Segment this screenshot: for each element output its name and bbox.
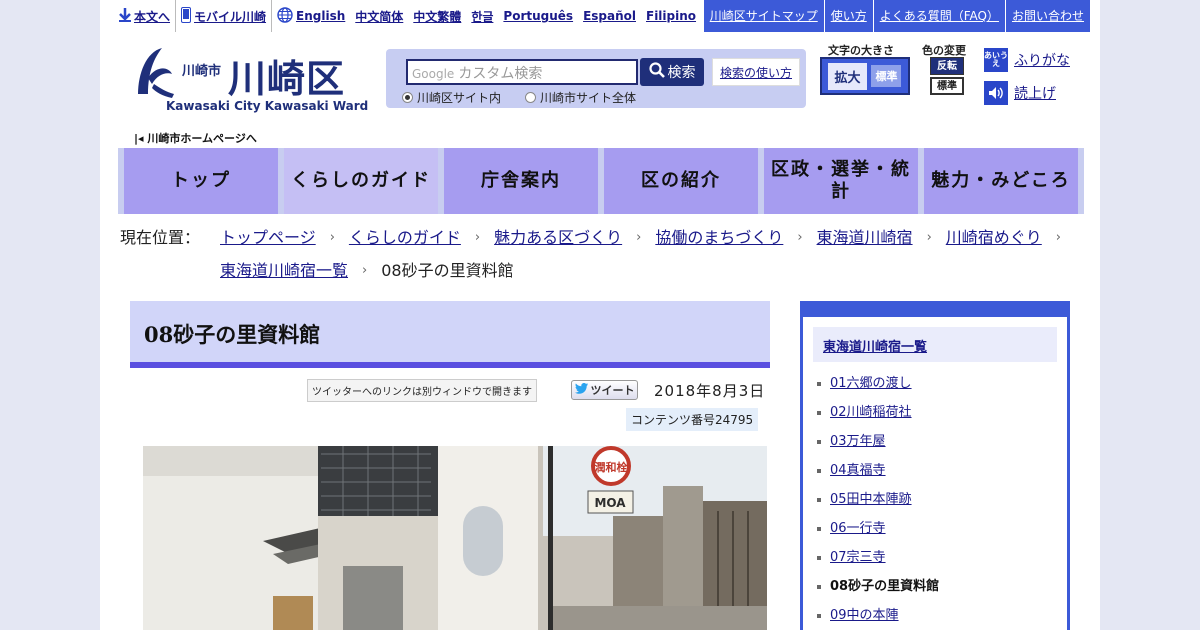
gnav-ward-intro[interactable]: 区の紹介 xyxy=(604,148,758,214)
global-nav: トップ くらしのガイド 庁舎案内 区の紹介 区政・選挙・統計 魅力・みどころ xyxy=(118,148,1084,214)
search-placeholder: カスタム検索 xyxy=(458,66,543,82)
read-aloud-link[interactable]: 読上げ xyxy=(984,81,1056,105)
text-size-controls: 拡大 標準 xyxy=(820,57,910,95)
scope-ward-radio[interactable]: 川崎区サイト内 xyxy=(402,89,501,106)
breadcrumb-separator: › xyxy=(474,230,481,245)
breadcrumb-label: 現在位置： xyxy=(120,228,201,247)
utility-bar: 本文へ モバイル川崎 English 中文简体 中文繁體 한글 Portuguê… xyxy=(114,0,701,32)
sidebar-item[interactable]: 05田中本陣跡 xyxy=(817,485,939,514)
text-enlarge-button[interactable]: 拡大 xyxy=(828,62,867,90)
sidebar-item[interactable]: 06一行寺 xyxy=(817,514,939,543)
publish-date: 2018年8月3日 xyxy=(654,382,766,400)
street-photo: 潤和栓 MOA xyxy=(143,446,767,630)
page-title: 08砂子の里資料館 xyxy=(144,322,321,347)
sidebar: 東海道川崎宿一覧 01六郷の渡し 02川崎稲荷社 03万年屋 04真福寺 05田… xyxy=(800,301,1070,630)
gnav-top[interactable]: トップ xyxy=(124,148,278,214)
breadcrumb-separator: › xyxy=(362,263,368,278)
furigana-icon: あいうえ xyxy=(984,48,1008,72)
search-panel: Google カスタム検索 検索 検索の使い方 川崎区サイト内 川崎市サイト全体 xyxy=(386,49,806,108)
sidebar-heading[interactable]: 東海道川崎宿一覧 xyxy=(813,327,1057,362)
gnav-administration[interactable]: 区政・選挙・統計 xyxy=(764,148,918,214)
search-icon xyxy=(648,62,665,82)
text-standard-button[interactable]: 標準 xyxy=(871,65,902,87)
tweet-button[interactable]: ツイート xyxy=(571,380,638,400)
text-size-label: 文字の大きさ xyxy=(828,44,894,57)
page-heading-box: 08砂子の里資料館 xyxy=(130,301,770,368)
search-button[interactable]: 検索 xyxy=(640,58,704,86)
logo-city-name: 川崎市 xyxy=(182,64,222,79)
usage-link[interactable]: 使い方 xyxy=(823,0,873,32)
twitter-note: ツイッターへのリンクは別ウィンドウで開きます xyxy=(307,379,537,402)
search-scope: 川崎区サイト内 川崎市サイト全体 xyxy=(402,89,636,106)
sidebar-item[interactable]: 02川崎稲荷社 xyxy=(817,398,939,427)
furigana-link[interactable]: あいうえ ふりがな xyxy=(984,48,1070,72)
content-number: コンテンツ番号24795 xyxy=(626,408,759,431)
color-change-controls: 反転 標準 xyxy=(930,57,964,95)
mobile-phone-icon xyxy=(181,6,192,26)
color-reverse-button[interactable]: 反転 xyxy=(930,57,964,75)
back-arrow-icon: |◂ xyxy=(134,132,144,145)
breadcrumb-item[interactable]: 東海道川崎宿一覧 xyxy=(220,254,348,287)
lang-filipino[interactable]: Filipino xyxy=(646,9,696,23)
site-logo[interactable]: 川崎市 川崎区 Kawasaki City Kawasaki Ward xyxy=(132,44,368,118)
lang-chinese-simplified[interactable]: 中文简体 xyxy=(355,8,403,25)
gnav-living-guide[interactable]: くらしのガイド xyxy=(284,148,438,214)
sidebar-item[interactable]: 04真福寺 xyxy=(817,456,939,485)
sidebar-item[interactable]: 03万年屋 xyxy=(817,427,939,456)
breadcrumb-item[interactable]: 東海道川崎宿 xyxy=(817,221,913,254)
header-top-nav: 川崎区サイトマップ 使い方 よくある質問（FAQ） お問い合わせ xyxy=(702,0,1090,32)
breadcrumb-item[interactable]: くらしのガイド xyxy=(349,221,461,254)
down-arrow-icon xyxy=(119,7,131,25)
search-input[interactable]: Google カスタム検索 xyxy=(406,59,638,85)
color-change-label: 色の変更 xyxy=(922,44,966,57)
scope-city-radio[interactable]: 川崎市サイト全体 xyxy=(525,89,636,106)
language-links: English 中文简体 中文繁體 한글 Português Español F… xyxy=(272,0,701,32)
search-howto-link[interactable]: 検索の使い方 xyxy=(712,58,800,86)
sidebar-item-current: 08砂子の里資料館 xyxy=(817,572,939,601)
breadcrumb-item[interactable]: 協働のまちづくり xyxy=(655,221,783,254)
lang-korean[interactable]: 한글 xyxy=(471,8,493,25)
sitemap-link[interactable]: 川崎区サイトマップ xyxy=(702,0,824,32)
lang-spanish[interactable]: Español xyxy=(583,9,636,23)
breadcrumb-separator: › xyxy=(1055,230,1061,245)
breadcrumb-current: 08砂子の里資料館 xyxy=(381,261,514,280)
breadcrumb-separator: › xyxy=(329,230,335,245)
contact-link[interactable]: お問い合わせ xyxy=(1004,0,1090,32)
city-home-link[interactable]: |◂ 川崎市ホームページへ xyxy=(134,130,257,146)
breadcrumb-separator: › xyxy=(797,230,803,245)
breadcrumb-separator: › xyxy=(636,230,642,245)
breadcrumb-item[interactable]: トップページ xyxy=(220,221,316,254)
speaker-icon xyxy=(984,81,1008,105)
twitter-bird-icon xyxy=(574,383,588,397)
skip-to-content-link[interactable]: 本文へ xyxy=(114,0,177,32)
kawasaki-logo-mark xyxy=(138,48,174,98)
page: 本文へ モバイル川崎 English 中文简体 中文繁體 한글 Portuguê… xyxy=(100,0,1100,630)
globe-icon xyxy=(277,6,293,26)
google-brand-label: Google xyxy=(412,67,455,81)
mobile-link[interactable]: モバイル川崎 xyxy=(176,0,273,32)
breadcrumb-separator: › xyxy=(926,230,932,245)
sidebar-list: 01六郷の渡し 02川崎稲荷社 03万年屋 04真福寺 05田中本陣跡 06一行… xyxy=(817,369,939,630)
breadcrumb-item[interactable]: 魅力ある区づくり xyxy=(494,221,622,254)
street-photo-image: 潤和栓 MOA xyxy=(143,446,767,630)
sidebar-item[interactable]: 01六郷の渡し xyxy=(817,369,939,398)
gnav-office-guide[interactable]: 庁舎案内 xyxy=(444,148,598,214)
color-standard-button[interactable]: 標準 xyxy=(930,77,964,95)
faq-link[interactable]: よくある質問（FAQ） xyxy=(872,0,1005,32)
logo-english-name: Kawasaki City Kawasaki Ward xyxy=(166,99,369,113)
lang-english[interactable]: English xyxy=(296,9,345,23)
sidebar-item[interactable]: 09中の本陣 xyxy=(817,601,939,630)
photo-shop-sign-text: MOA xyxy=(594,496,626,510)
lang-chinese-traditional[interactable]: 中文繁體 xyxy=(413,8,461,25)
logo-ward-name: 川崎区 xyxy=(228,57,346,101)
photo-round-sign-text: 潤和栓 xyxy=(595,460,628,474)
lang-portuguese[interactable]: Português xyxy=(503,9,573,23)
gnav-attractions[interactable]: 魅力・みどころ xyxy=(924,148,1078,214)
sidebar-item[interactable]: 07宗三寺 xyxy=(817,543,939,572)
breadcrumb-item[interactable]: 川崎宿めぐり xyxy=(946,221,1042,254)
